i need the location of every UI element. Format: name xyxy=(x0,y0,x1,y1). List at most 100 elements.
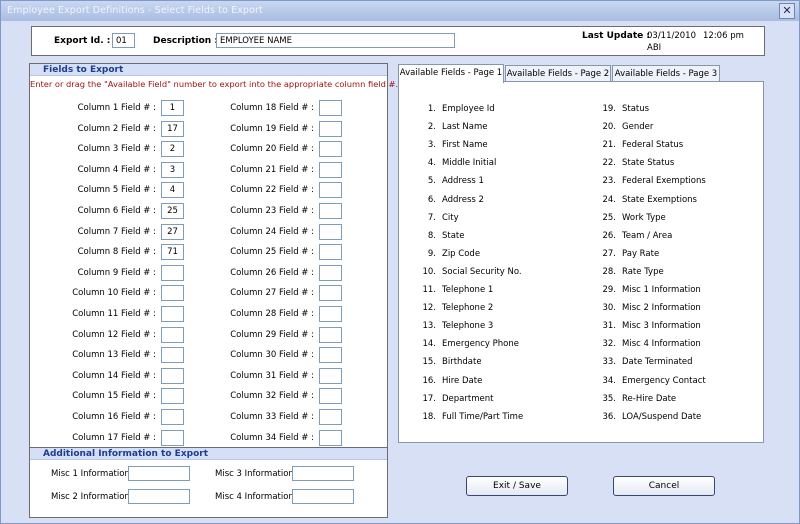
export-id-field[interactable]: 01 xyxy=(112,33,135,48)
available-field-item[interactable]: 5. Address 1 xyxy=(416,176,484,186)
available-field-item[interactable]: 32. Misc 4 Information xyxy=(596,339,700,350)
available-field-name: Team / Area xyxy=(622,230,673,241)
available-field-item[interactable]: 2. Last Name xyxy=(416,122,488,132)
available-field-item[interactable]: 15. Birthdate xyxy=(416,357,481,367)
column-field-input[interactable]: 71 xyxy=(161,244,184,261)
column-field-label: Column 9 Field # : xyxy=(77,267,156,278)
column-field-input[interactable] xyxy=(319,264,342,281)
available-field-item[interactable]: 34. Emergency Contact xyxy=(596,376,705,386)
column-field-input[interactable] xyxy=(319,367,342,384)
available-field-item[interactable]: 19. Status xyxy=(596,104,649,114)
available-field-name: State xyxy=(442,230,465,241)
available-field-item[interactable]: 6. Address 2 xyxy=(416,195,484,205)
available-field-item[interactable]: 1. Employee Id xyxy=(416,104,495,114)
available-field-item[interactable]: 28. Rate Type xyxy=(596,267,663,277)
tab-available-fields-page-2[interactable]: Available Fields - Page 2 xyxy=(505,65,611,82)
available-field-item[interactable]: 24. State Exemptions xyxy=(596,195,697,205)
column-field-input[interactable] xyxy=(319,182,342,199)
available-field-item[interactable]: 16. Hire Date xyxy=(416,376,482,386)
tab-available-fields-page-3[interactable]: Available Fields - Page 3 xyxy=(612,65,720,82)
column-field-input[interactable] xyxy=(319,388,342,405)
column-field-input[interactable] xyxy=(161,264,184,281)
column-field-input[interactable] xyxy=(319,100,342,116)
column-field-input[interactable] xyxy=(319,161,342,178)
column-field-input[interactable] xyxy=(319,326,342,343)
available-field-name: Misc 1 Information xyxy=(622,285,701,295)
column-field-input[interactable] xyxy=(319,347,342,364)
available-field-item[interactable]: 8. State xyxy=(416,231,465,241)
available-field-item[interactable]: 33. Date Terminated xyxy=(596,357,692,367)
close-icon[interactable]: ✕ xyxy=(779,3,795,19)
available-field-item[interactable]: 21. Federal Status xyxy=(596,140,683,150)
column-field-input[interactable]: 25 xyxy=(161,203,184,219)
description-field[interactable]: EMPLOYEE NAME xyxy=(216,33,455,48)
available-field-number: 32. xyxy=(602,339,616,350)
last-update-label: Last Update : xyxy=(582,31,651,41)
column-field-input[interactable] xyxy=(319,285,342,302)
export-id-label: Export Id. : xyxy=(54,36,111,46)
cancel-button[interactable]: Cancel xyxy=(613,476,715,496)
available-field-item[interactable]: 11. Telephone 1 xyxy=(416,285,493,295)
available-field-number: 6. xyxy=(427,194,436,205)
available-field-item[interactable]: 31. Misc 3 Information xyxy=(596,321,700,331)
misc3-field[interactable] xyxy=(292,466,354,481)
column-field-input[interactable] xyxy=(319,244,342,261)
available-field-item[interactable]: 36. LOA/Suspend Date xyxy=(596,412,701,422)
tab-available-fields-page-1[interactable]: Available Fields - Page 1 xyxy=(398,64,504,83)
title-bar[interactable]: Employee Export Definitions - Select Fie… xyxy=(1,1,799,21)
available-field-item[interactable]: 17. Department xyxy=(416,394,493,404)
column-field-input[interactable]: 1 xyxy=(161,100,184,116)
misc1-field[interactable] xyxy=(128,466,190,481)
column-field-input[interactable] xyxy=(161,429,184,446)
misc4-field[interactable] xyxy=(292,489,354,504)
available-field-name: Re-Hire Date xyxy=(622,393,677,404)
column-field-input[interactable]: 2 xyxy=(161,141,184,158)
available-field-number: 20. xyxy=(602,122,616,133)
column-field-input[interactable]: 27 xyxy=(161,223,184,240)
available-field-number: 12. xyxy=(422,303,436,314)
column-field-input[interactable] xyxy=(319,120,342,137)
misc2-field[interactable] xyxy=(128,489,190,504)
available-field-item[interactable]: 4. Middle Initial xyxy=(416,158,496,168)
fields-to-export-title: Fields to Export xyxy=(30,64,387,76)
column-field-label: Column 22 Field # : xyxy=(230,185,314,196)
column-field-input[interactable]: 3 xyxy=(161,161,184,178)
column-field-input[interactable] xyxy=(161,306,184,322)
available-field-item[interactable]: 14. Emergency Phone xyxy=(416,339,519,349)
column-field-input[interactable] xyxy=(319,409,342,425)
available-field-item[interactable]: 22. State Status xyxy=(596,158,674,168)
available-field-item[interactable]: 9. Zip Code xyxy=(416,249,480,259)
column-field-input[interactable] xyxy=(319,141,342,158)
column-field-input[interactable] xyxy=(161,285,184,302)
column-field-input[interactable]: 4 xyxy=(161,182,184,199)
available-field-item[interactable]: 18. Full Time/Part Time xyxy=(416,412,523,422)
column-field-input[interactable]: 17 xyxy=(161,120,184,137)
column-field-input[interactable] xyxy=(161,409,184,425)
available-field-item[interactable]: 25. Work Type xyxy=(596,213,665,223)
available-field-item[interactable]: 12. Telephone 2 xyxy=(416,303,493,313)
available-field-item[interactable]: 35. Re-Hire Date xyxy=(596,394,676,404)
available-field-item[interactable]: 20. Gender xyxy=(596,122,653,132)
available-field-item[interactable]: 7. City xyxy=(416,213,459,223)
available-field-item[interactable]: 23. Federal Exemptions xyxy=(596,176,705,186)
column-field-input[interactable] xyxy=(319,223,342,240)
available-field-item[interactable]: 13. Telephone 3 xyxy=(416,321,493,331)
available-field-item[interactable]: 3. First Name xyxy=(416,140,488,150)
available-field-item[interactable]: 29. Misc 1 Information xyxy=(596,285,701,295)
column-field-label: Column 26 Field # : xyxy=(230,267,314,278)
available-field-item[interactable]: 27. Pay Rate xyxy=(596,249,659,259)
column-field-input[interactable] xyxy=(161,326,184,343)
column-field-input[interactable] xyxy=(319,203,342,219)
exit-save-button[interactable]: Exit / Save xyxy=(466,476,568,496)
available-field-name: State Exemptions xyxy=(622,194,697,205)
available-field-item[interactable]: 10. Social Security No. xyxy=(416,267,521,277)
available-field-number: 7. xyxy=(427,212,436,223)
column-field-input[interactable] xyxy=(319,306,342,322)
column-field-input[interactable] xyxy=(161,367,184,384)
column-field-input[interactable] xyxy=(161,347,184,364)
available-field-item[interactable]: 26. Team / Area xyxy=(596,231,672,241)
column-field-input[interactable] xyxy=(161,388,184,405)
available-field-item[interactable]: 30. Misc 2 Information xyxy=(596,303,700,313)
column-field-input[interactable] xyxy=(319,429,342,446)
available-field-number: 24. xyxy=(602,194,616,205)
